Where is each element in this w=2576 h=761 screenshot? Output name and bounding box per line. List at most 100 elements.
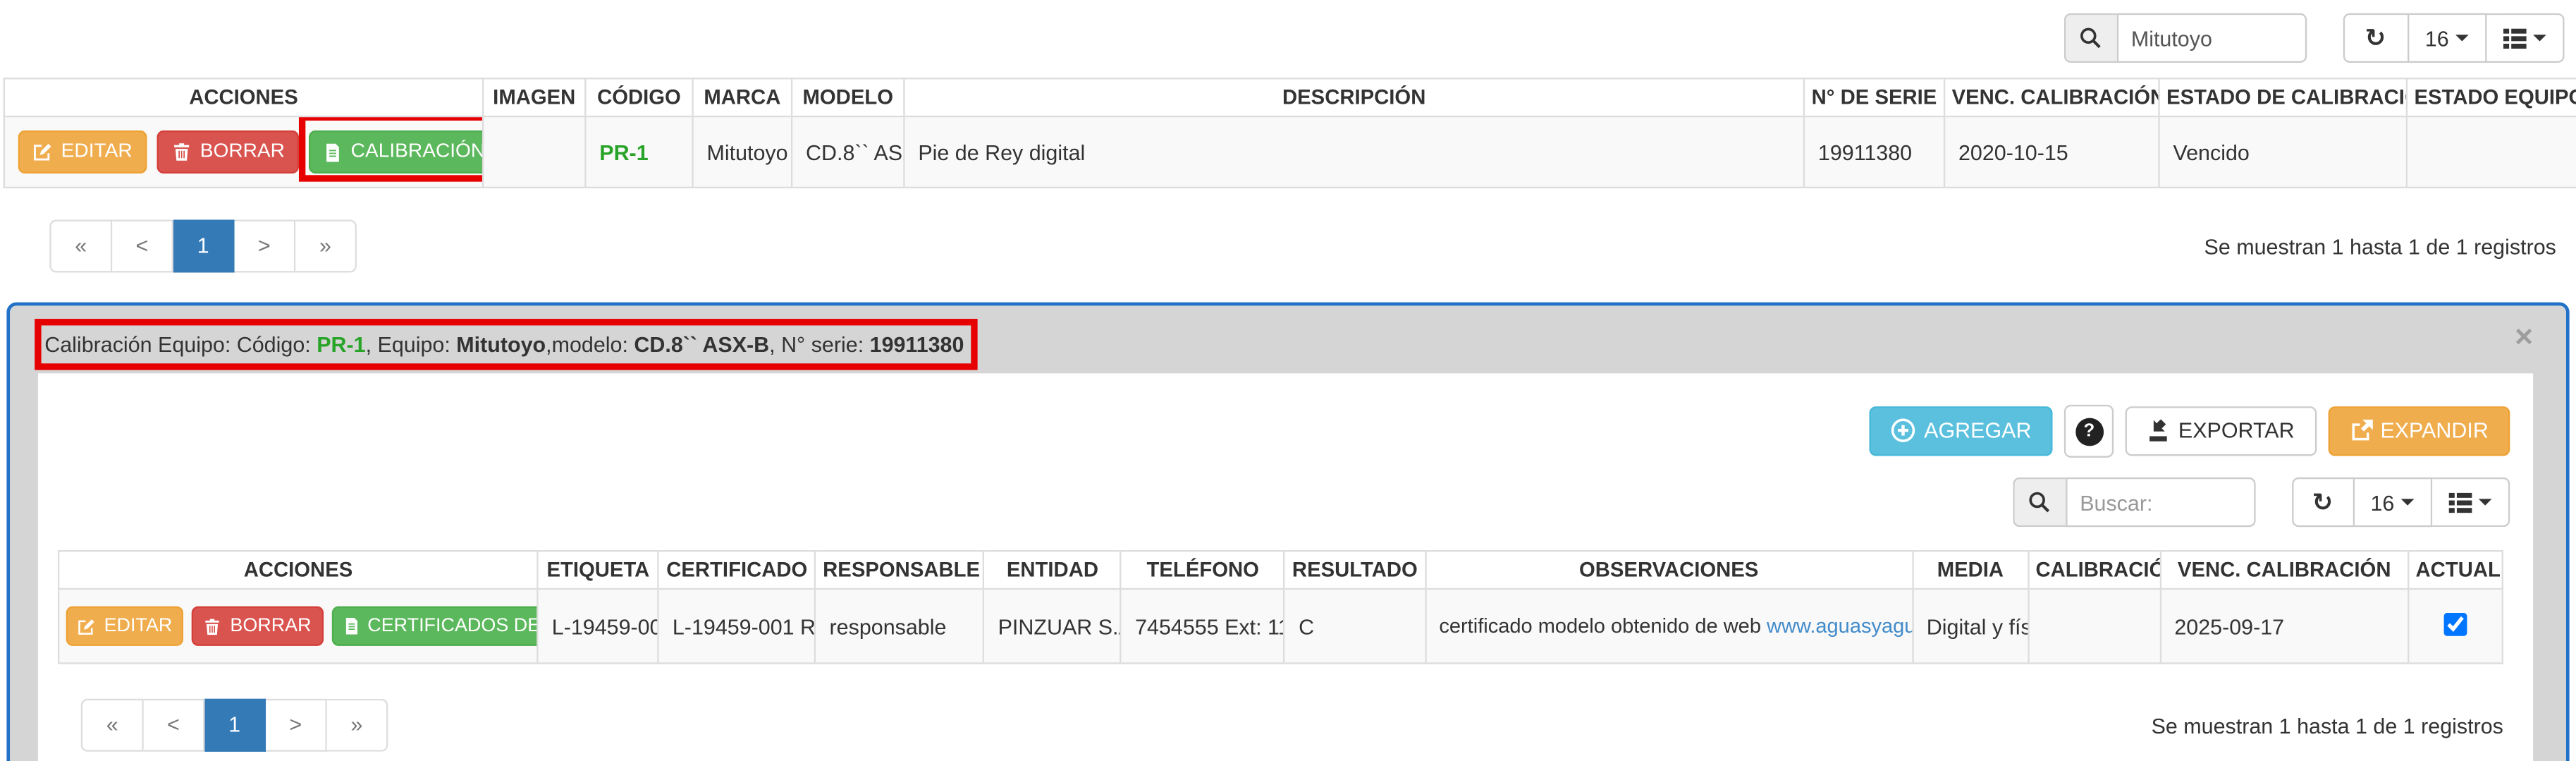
edit-button-label: EDITAR [104,614,173,638]
panel-search-row: ↻ 16 [58,477,2510,527]
actual-checkbox[interactable] [2443,612,2467,635]
title-modelo: CD.8`` ASX-B [634,332,769,357]
refresh-icon: ↻ [2312,489,2333,514]
venc-calibracion-cell: 2020-10-15 [1944,116,2159,188]
column-header-etiqueta: ETIQUETA [538,551,658,589]
top-pager-row: « < 1 > » Se muestran 1 hasta 1 de 1 reg… [49,220,2556,273]
panel-pagination: « < 1 > » [81,699,388,752]
page-size-value: 16 [2425,25,2449,50]
column-header-telefono: TELÉFONO [1121,551,1284,589]
page: ↻ 16 ACCIONES IMAGEN CÓDIGO MARCA [0,0,2576,761]
delete-button-label: BORRAR [230,614,311,638]
refresh-button[interactable]: ↻ [2291,477,2354,527]
marca-cell: Mitutoyo [693,116,792,188]
column-header-certificado: CERTIFICADO [658,551,816,589]
delete-button[interactable]: BORRAR [192,606,323,647]
pagination-prev-button[interactable]: < [112,220,173,273]
calibration-panel-body: AGREGAR ? EXPORTAR EXPANDIR [38,373,2533,761]
title-serie-label: , N° serie: [769,332,869,357]
calibration-file-icon [324,141,343,162]
title-modelo-label: ,modelo: [546,332,634,357]
observaciones-text: certificado modelo obtenido de web [1439,614,1767,638]
pagination-first-button[interactable]: « [81,699,144,752]
page-size-value: 16 [2370,489,2394,514]
close-icon[interactable]: × [2515,322,2533,354]
pagination-page-1-button[interactable]: 1 [173,220,235,273]
column-header-entidad: ENTIDAD [984,551,1122,589]
trash-icon [204,617,222,635]
estado-equipo-cell [2407,116,2576,188]
column-header-acciones: ACCIONES [59,551,538,589]
pagination-page-1-button[interactable]: 1 [204,699,266,752]
calibracion-cell [2028,589,2160,663]
caret-down-icon [2533,35,2546,41]
codigo-cell: PR-1 [585,116,692,188]
observaciones-cell: certificado modelo obtenido de web www.a… [1425,589,1912,663]
modelo-cell: CD.8`` ASX-B [792,116,904,188]
page-size-dropdown[interactable]: 16 [2354,477,2432,527]
column-header-media: MEDIA [1913,551,2028,589]
certificado-cell: L-19459-001 R0 [658,589,816,663]
caret-down-icon [2479,499,2492,505]
search-button[interactable] [2063,13,2116,63]
responsable-cell: responsable [816,589,984,663]
edit-button[interactable]: EDITAR [66,606,184,647]
help-button[interactable]: ? [2064,405,2114,458]
title-prefix: Calibración Equipo: Código: [44,332,317,357]
edit-button[interactable]: EDITAR [18,131,147,173]
calibrations-table-header-row: ACCIONES ETIQUETA CERTIFICADO RESPONSABL… [59,551,2503,589]
columns-dropdown[interactable] [2487,13,2565,63]
estado-calibracion-cell: Vencido [2159,116,2407,188]
refresh-button[interactable]: ↻ [2343,13,2409,63]
columns-icon [2503,28,2527,49]
panel-table-controls: ↻ 16 [2291,477,2510,527]
column-header-imagen: IMAGEN [483,78,585,116]
pagination-prev-button[interactable]: < [144,699,205,752]
calibration-certificates-button[interactable]: CERTIFICADOS DE CALIBRACIÓN [331,606,538,647]
calibration-button[interactable]: CALIBRACIÓN [309,131,483,173]
export-icon [2147,420,2170,443]
add-button[interactable]: AGREGAR [1870,406,2053,456]
column-header-responsable: RESPONSABLE [816,551,984,589]
add-button-label: AGREGAR [1924,418,2031,446]
search-icon [2079,26,2102,49]
question-icon: ? [2075,417,2104,445]
descripcion-cell: Pie de Rey digital [904,116,1804,188]
search-button[interactable] [2012,477,2065,527]
calibrations-table: ACCIONES ETIQUETA CERTIFICADO RESPONSABL… [58,550,2503,664]
top-pagination: « < 1 > » [49,220,357,273]
expand-icon [2349,420,2372,443]
equipment-table: ACCIONES IMAGEN CÓDIGO MARCA MODELO DESC… [4,78,2576,188]
delete-button[interactable]: BORRAR [157,131,300,173]
etiqueta-cell: L-19459-001 [538,589,658,663]
column-header-venc-calibracion: VENC. CALIBRACIÓN [1944,78,2159,116]
panel-search-group [2012,477,2255,527]
column-header-venc-calibracion: VENC. CALIBRACIÓN [2160,551,2408,589]
column-header-modelo: MODELO [792,78,904,116]
top-search-input[interactable] [2116,13,2306,63]
calibration-panel-title: Calibración Equipo: Código: PR-1, Equipo… [44,332,964,357]
title-equipo: Mitutoyo [456,332,546,357]
pagination-next-button[interactable]: > [266,699,327,752]
expand-button[interactable]: EXPANDIR [2327,406,2510,456]
column-header-acciones: ACCIONES [4,78,483,116]
pagination-last-button[interactable]: » [327,699,388,752]
panel-search-input[interactable] [2065,477,2255,527]
columns-dropdown[interactable] [2432,477,2510,527]
page-size-dropdown[interactable]: 16 [2408,13,2486,63]
columns-icon [2449,492,2472,513]
venc-calibracion-cell: 2025-09-17 [2160,589,2408,663]
actions-cell: EDITAR BORRAR CALIBRACIÓN [4,116,483,188]
pagination-first-button[interactable]: « [49,220,112,273]
export-button[interactable]: EXPORTAR [2126,406,2316,456]
telefono-cell: 7454555 Ext: 1143 [1121,589,1284,663]
column-header-calibracion: CALIBRACIÓN [2028,551,2160,589]
search-icon [2028,491,2051,514]
observaciones-link[interactable]: www.aguasyaguas.com.co [1767,614,1913,638]
calibration-panel: Calibración Equipo: Código: PR-1, Equipo… [6,303,2569,761]
column-header-estado-equipo: ESTADO EQUIPO [2407,78,2576,116]
pagination-next-button[interactable]: > [235,220,296,273]
pagination-last-button[interactable]: » [295,220,357,273]
column-header-serie: N° DE SERIE [1804,78,1944,116]
calibration-panel-header: Calibración Equipo: Código: PR-1, Equipo… [10,305,2566,373]
